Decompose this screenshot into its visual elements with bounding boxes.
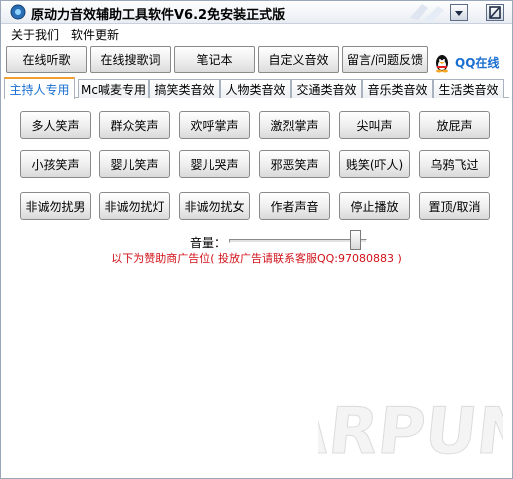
sound-button[interactable]: 非诚勿扰灯 [99, 192, 170, 220]
watermark-text: ARPUN [318, 394, 503, 461]
sound-button[interactable]: 激烈掌声 [259, 111, 330, 139]
feedback-button[interactable]: 留言/问题反馈 [342, 46, 428, 73]
online-music-button[interactable]: 在线听歌 [6, 46, 87, 73]
volume-slider-thumb[interactable] [349, 230, 361, 250]
app-logo-icon [10, 4, 26, 20]
volume-label: 音量： [190, 236, 227, 250]
lyrics-search-button[interactable]: 在线搜歌词 [90, 46, 171, 73]
qq-penguin-icon [436, 54, 448, 72]
ad-notice: 以下为赞助商广告位( 投放广告请联系客服QQ:97080883 ) [111, 252, 402, 265]
sound-button[interactable]: 欢呼掌声 [179, 111, 250, 139]
tab-traffic[interactable]: 交通类音效 [291, 79, 362, 98]
close-button[interactable] [486, 4, 504, 21]
sound-button[interactable]: 群众笑声 [99, 111, 170, 139]
stop-playback-button[interactable]: 停止播放 [339, 192, 410, 220]
qq-online-label: QQ在线 [455, 56, 500, 70]
qq-online-button[interactable]: QQ在线 [432, 52, 505, 73]
volume-slider-track[interactable] [229, 239, 367, 243]
minimize-button[interactable] [450, 4, 468, 21]
title-bar: 原动力音效辅助工具软件V6.2免安装正式版 [0, 0, 513, 24]
sound-button[interactable]: 尖叫声 [339, 111, 410, 139]
tab-people[interactable]: 人物类音效 [220, 79, 291, 98]
custom-sound-button[interactable]: 自定义音效 [258, 46, 339, 73]
close-icon [489, 6, 501, 19]
sound-button[interactable]: 作者声音 [259, 192, 330, 220]
category-tabs: 主持人专用 Mc喊麦专用 搞笑类音效 人物类音效 交通类音效 音乐类音效 生活类… [4, 77, 509, 99]
pin-toggle-button[interactable]: 置顶/取消 [419, 192, 490, 220]
menu-about[interactable]: 关于我们 [11, 26, 59, 43]
tab-music[interactable]: 音乐类音效 [362, 79, 433, 98]
watermark-logo: ARPUN [318, 394, 503, 461]
notebook-button[interactable]: 笔记本 [174, 46, 255, 73]
sound-button[interactable]: 乌鸦飞过 [419, 150, 490, 178]
window-title: 原动力音效辅助工具软件V6.2免安装正式版 [31, 8, 286, 23]
sound-button[interactable]: 非诚勿扰男 [20, 192, 91, 220]
sound-button[interactable]: 贱笑(吓人) [339, 150, 410, 178]
menu-bar: 关于我们 软件更新 [0, 24, 513, 42]
sound-button[interactable]: 非诚勿扰女 [179, 192, 250, 220]
title-decoration [410, 4, 444, 22]
sound-button[interactable]: 放屁声 [419, 111, 490, 139]
tab-mc[interactable]: Mc喊麦专用 [78, 79, 149, 98]
sound-button[interactable]: 婴儿哭声 [179, 150, 250, 178]
sound-button[interactable]: 小孩笑声 [20, 150, 91, 178]
tab-host[interactable]: 主持人专用 [4, 77, 75, 99]
sound-button[interactable]: 婴儿笑声 [99, 150, 170, 178]
menu-update[interactable]: 软件更新 [71, 26, 119, 43]
tab-life[interactable]: 生活类音效 [433, 79, 504, 98]
sound-button[interactable]: 多人笑声 [20, 111, 91, 139]
chevron-down-icon [455, 11, 463, 16]
sound-button[interactable]: 邪恶笑声 [259, 150, 330, 178]
tab-funny[interactable]: 搞笑类音效 [149, 79, 220, 98]
